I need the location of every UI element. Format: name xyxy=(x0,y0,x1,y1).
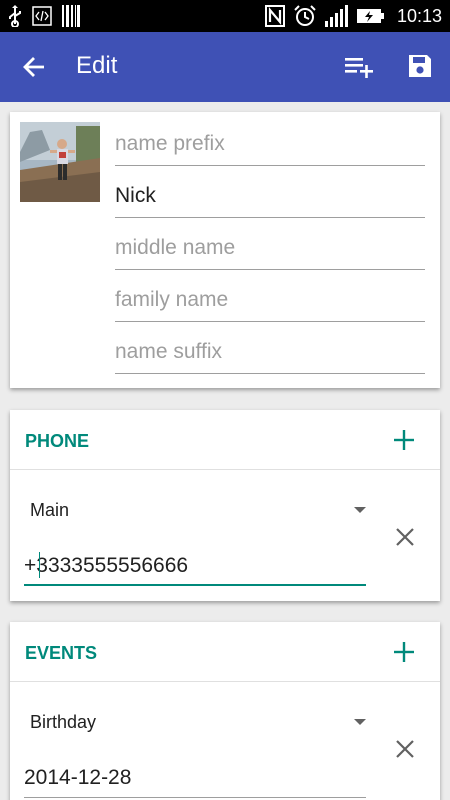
app-bar: Edit xyxy=(0,32,450,102)
chevron-down-icon xyxy=(354,507,366,513)
event-type-label: Birthday xyxy=(30,712,97,732)
add-event-icon[interactable] xyxy=(394,642,414,662)
barcode-icon xyxy=(62,5,80,27)
close-icon[interactable] xyxy=(394,526,416,548)
name-suffix-field[interactable]: name suffix xyxy=(115,322,425,374)
phone-number-value: +3333555556666 xyxy=(24,554,189,577)
alarm-icon xyxy=(293,4,317,28)
contact-photo[interactable] xyxy=(20,122,100,202)
event-type-select[interactable]: Birthday xyxy=(30,708,366,738)
middle-name-field[interactable]: middle name xyxy=(115,218,425,270)
first-name-field[interactable]: Nick xyxy=(115,166,425,218)
battery-charging-icon xyxy=(356,8,385,24)
status-time: 10:13 xyxy=(396,5,442,26)
usb-icon xyxy=(8,5,22,27)
event-date-value: 2014-12-28 xyxy=(24,766,132,789)
phone-section-header: PHONE xyxy=(10,410,440,470)
save-icon[interactable] xyxy=(406,52,434,80)
back-arrow-icon[interactable] xyxy=(22,54,48,80)
events-section-header: EVENTS xyxy=(10,622,440,682)
status-bar: 10:13 xyxy=(0,0,450,32)
phone-section-title: PHONE xyxy=(25,431,90,451)
name-card: name prefix Nick middle name family name… xyxy=(10,112,440,388)
signal-icon xyxy=(324,5,349,27)
chevron-down-icon xyxy=(354,719,366,725)
nfc-icon xyxy=(264,5,285,27)
code-icon xyxy=(32,6,52,26)
phone-type-select[interactable]: Main xyxy=(30,496,366,526)
phone-number-input[interactable]: +3333555556666 xyxy=(24,544,366,586)
close-icon[interactable] xyxy=(394,738,416,760)
text-cursor xyxy=(39,552,40,578)
family-name-field[interactable]: family name xyxy=(115,270,425,322)
phone-type-label: Main xyxy=(30,500,70,520)
events-card: EVENTS Birthday 2014-12-28 xyxy=(10,622,440,800)
event-date-field[interactable]: 2014-12-28 xyxy=(24,756,366,798)
events-section-title: EVENTS xyxy=(25,643,98,663)
playlist-add-icon[interactable] xyxy=(344,54,374,80)
phone-card: PHONE Main +3333555556666 xyxy=(10,410,440,601)
name-prefix-field[interactable]: name prefix xyxy=(115,114,425,166)
add-phone-icon[interactable] xyxy=(394,430,414,450)
page-title: Edit xyxy=(76,52,118,79)
